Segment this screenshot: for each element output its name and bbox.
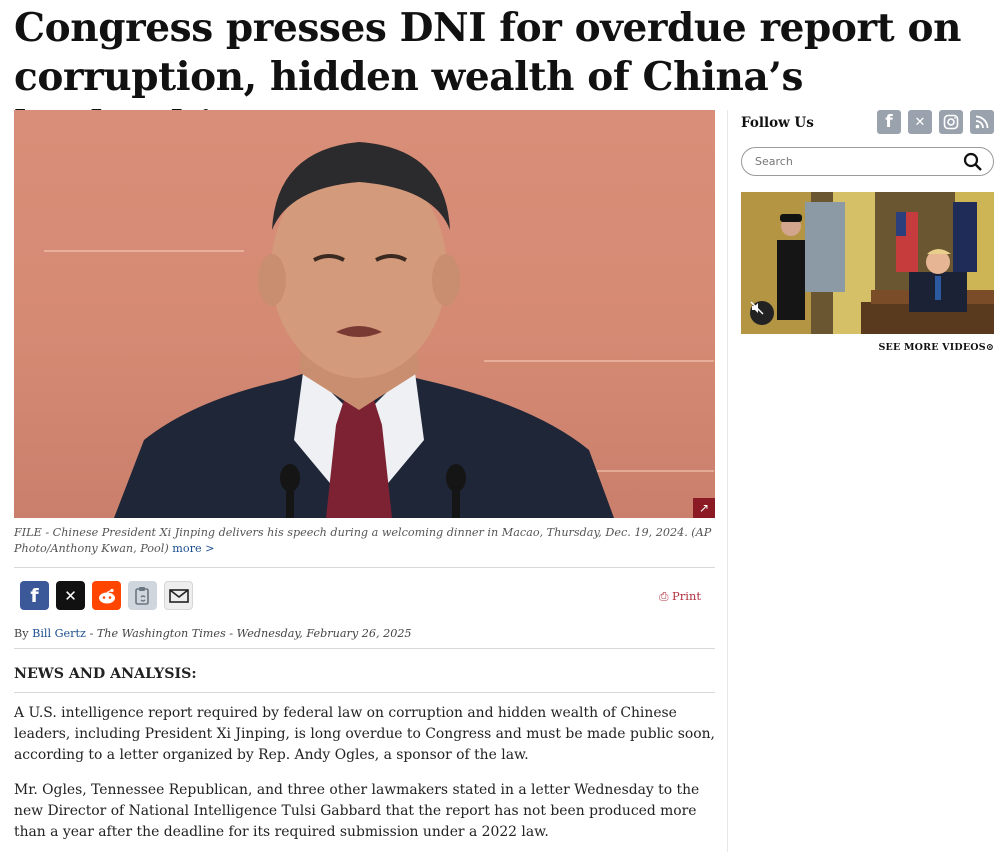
hero-image[interactable]: ↗ [14, 110, 715, 518]
article-kicker: NEWS AND ANALYSIS: [14, 666, 197, 682]
divider [14, 692, 715, 693]
portrait-illustration [114, 142, 614, 518]
search-input[interactable] [742, 148, 952, 175]
share-icons: f ✕ [20, 581, 193, 610]
search-icon[interactable] [963, 152, 983, 176]
article-column: ↗ FILE - Chinese President Xi Jinping de… [14, 110, 715, 843]
print-button[interactable]: ⎙ Print [659, 589, 701, 604]
rss-icon[interactable] [970, 110, 994, 134]
mute-icon[interactable] [750, 301, 774, 325]
caption-text: FILE - Chinese President Xi Jinping deli… [14, 526, 712, 555]
follow-us-label: Follow Us [741, 115, 814, 131]
byline-prefix: By [14, 627, 29, 640]
facebook-icon[interactable]: f [877, 110, 901, 134]
copy-link-icon[interactable] [128, 581, 157, 610]
facebook-icon[interactable]: f [20, 581, 49, 610]
see-more-videos-link[interactable]: SEE MORE VIDEOS⊙ [741, 342, 994, 353]
column-divider [727, 110, 728, 852]
search-box [741, 147, 994, 176]
article-paragraph: A U.S. intelligence report required by f… [14, 705, 715, 763]
video-player[interactable] [741, 192, 994, 334]
instagram-icon[interactable] [939, 110, 963, 134]
image-caption: FILE - Chinese President Xi Jinping deli… [14, 525, 715, 557]
author-link[interactable]: Bill Gertz [32, 627, 86, 640]
share-bar: f ✕ ⎙ Print [14, 557, 715, 613]
expand-image-icon[interactable]: ↗ [693, 498, 715, 518]
see-more-videos-label: SEE MORE VIDEOS [878, 342, 986, 353]
social-icons: f ✕ [877, 110, 994, 134]
video-thumbnail [741, 192, 994, 334]
caption-more-link[interactable]: more > [172, 542, 214, 555]
byline-publication-date: - The Washington Times - Wednesday, Febr… [85, 627, 412, 640]
printer-icon: ⎙ [659, 589, 669, 603]
x-icon[interactable]: ✕ [908, 110, 932, 134]
x-icon[interactable]: ✕ [56, 581, 85, 610]
print-label: Print [672, 589, 701, 603]
divider [14, 648, 715, 649]
follow-us-row: Follow Us f ✕ [741, 110, 994, 136]
reddit-icon[interactable] [92, 581, 121, 610]
byline: By Bill Gertz - The Washington Times - W… [14, 627, 715, 640]
sidebar: Follow Us f ✕ Search SEE MORE VIDEOS⊙ [741, 110, 994, 353]
play-circle-icon: ⊙ [985, 342, 994, 353]
email-icon[interactable] [164, 581, 193, 610]
article-paragraph: Mr. Ogles, Tennessee Republican, and thr… [14, 782, 700, 840]
divider [14, 567, 715, 568]
